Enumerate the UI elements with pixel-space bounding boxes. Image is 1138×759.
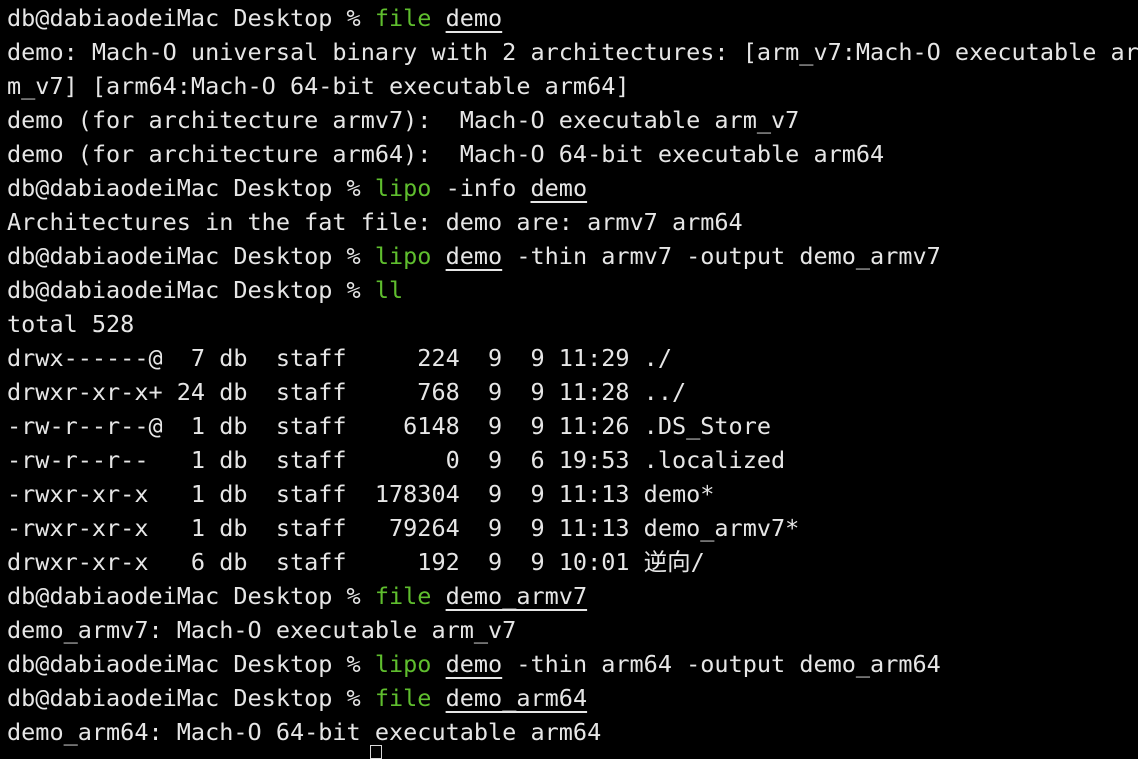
output-line: demo_arm64: Mach-O 64-bit executable arm… [7,718,602,746]
file-argument: demo [445,650,503,678]
command-line: db@dabiaodeiMac Desktop % lipo demo -thi… [7,647,1138,681]
command-text [431,582,445,610]
shell-prompt: db@dabiaodeiMac Desktop % [7,684,375,712]
file-argument: demo [445,4,503,32]
shell-prompt: db@dabiaodeiMac Desktop % [7,174,375,202]
file-argument: demo [445,242,503,270]
file-argument: demo_armv7 [445,582,588,610]
command-name: file [374,582,432,610]
command-text [431,242,445,270]
output-line: total 528 [7,310,135,338]
command-name: ll [374,276,404,304]
command-line: db@dabiaodeiMac Desktop % lipo demo -thi… [7,239,1138,273]
command-text [431,4,445,32]
output-line: Architectures in the fat file: demo are:… [7,208,743,236]
command-line: db@dabiaodeiMac Desktop % ll [7,273,1138,307]
terminal-output[interactable]: db@dabiaodeiMac Desktop % file demo demo:… [0,0,1138,752]
output-line: demo: Mach-O universal binary with 2 arc… [7,38,1138,66]
shell-prompt: db@dabiaodeiMac Desktop % [7,4,375,32]
command-line: db@dabiaodeiMac Desktop % file demo_armv… [7,579,1138,613]
output-line: drwx------@ 7 db staff 224 9 9 11:29 ./ [7,344,672,372]
file-argument: demo_arm64 [445,684,588,712]
output-line: drwxr-xr-x+ 24 db staff 768 9 9 11:28 ..… [7,378,687,406]
file-argument: demo [530,174,588,202]
output-line: demo (for architecture arm64): Mach-O 64… [7,140,885,168]
output-line: -rw-r--r--@ 1 db staff 6148 9 9 11:26 .D… [7,412,772,440]
command-name: lipo [374,174,432,202]
output-line: -rwxr-xr-x 1 db staff 79264 9 9 11:13 de… [7,514,800,542]
command-text: -info [431,174,531,202]
text-cursor [370,745,382,759]
output-line: demo (for architecture armv7): Mach-O ex… [7,106,800,134]
command-name: lipo [374,242,432,270]
output-line: -rwxr-xr-x 1 db staff 178304 9 9 11:13 d… [7,480,715,508]
command-name: file [374,4,432,32]
output-line: drwxr-xr-x 6 db staff 192 9 9 10:01 逆向/ [7,548,705,576]
command-name: lipo [374,650,432,678]
command-text: -thin armv7 -output demo_armv7 [502,242,941,270]
command-text [431,684,445,712]
shell-prompt: db@dabiaodeiMac Desktop % [7,242,375,270]
command-line: db@dabiaodeiMac Desktop % lipo -info dem… [7,171,1138,205]
command-line: db@dabiaodeiMac Desktop % file demo [7,1,1138,35]
command-text: -thin arm64 -output demo_arm64 [502,650,941,678]
command-name: file [374,684,432,712]
command-text [431,650,445,678]
output-line: m_v7] [arm64:Mach-O 64-bit executable ar… [7,72,630,100]
output-line: -rw-r--r-- 1 db staff 0 9 6 19:53 .local… [7,446,786,474]
shell-prompt: db@dabiaodeiMac Desktop % [7,650,375,678]
shell-prompt: db@dabiaodeiMac Desktop % [7,582,375,610]
shell-prompt: db@dabiaodeiMac Desktop % [7,276,375,304]
output-line: demo_armv7: Mach-O executable arm_v7 [7,616,517,644]
command-line: db@dabiaodeiMac Desktop % file demo_arm6… [7,681,1138,715]
